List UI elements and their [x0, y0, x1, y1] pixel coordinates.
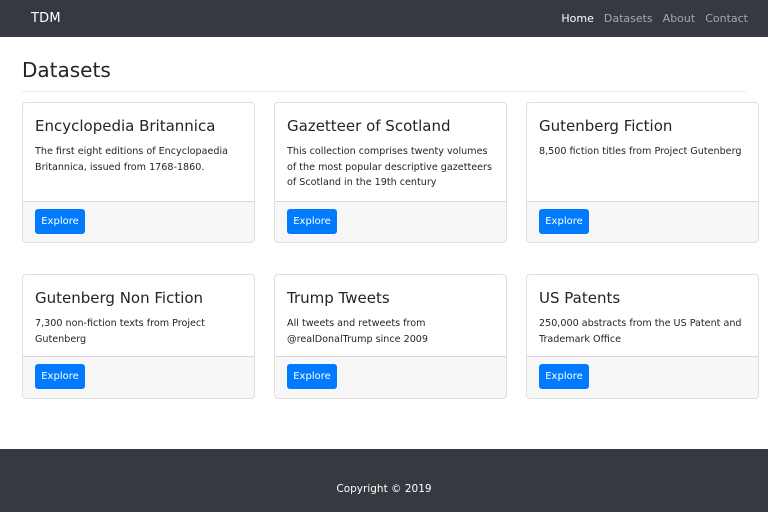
card-title: Gazetteer of Scotland	[287, 117, 451, 135]
page-title: Datasets	[22, 58, 111, 82]
dataset-card-encyclopedia-britannica: Encyclopedia Britannica The first eight …	[22, 102, 255, 243]
card-description: All tweets and retweets from @realDonalT…	[287, 318, 429, 345]
card-title: Trump Tweets	[287, 289, 390, 307]
nav-links: Home Datasets About Contact	[561, 12, 748, 25]
title-divider	[22, 91, 746, 92]
card-description: 7,300 non-fiction texts from Project Gut…	[35, 318, 205, 345]
card-title: US Patents	[539, 289, 621, 307]
card-footer: Explore	[527, 201, 758, 242]
dataset-card-gazetteer-of-scotland: Gazetteer of Scotland This collection co…	[274, 102, 507, 243]
card-title: Encyclopedia Britannica	[35, 117, 216, 135]
explore-button[interactable]: Explore	[539, 364, 589, 389]
dataset-card-us-patents: US Patents 250,000 abstracts from the US…	[526, 274, 759, 399]
card-footer: Explore	[23, 201, 254, 242]
page-footer: Copyright © 2019	[0, 449, 768, 512]
explore-button[interactable]: Explore	[35, 364, 85, 389]
card-description: This collection comprises twenty volumes…	[287, 146, 492, 188]
card-description: 8,500 fiction titles from Project Gutenb…	[539, 146, 742, 157]
card-title: Gutenberg Fiction	[539, 117, 673, 135]
explore-button[interactable]: Explore	[539, 209, 589, 234]
brand-logo[interactable]: TDM	[31, 11, 61, 26]
card-footer: Explore	[23, 356, 254, 398]
card-footer: Explore	[527, 356, 758, 398]
copyright-text: Copyright © 2019	[336, 482, 432, 495]
card-footer: Explore	[275, 356, 506, 398]
explore-button[interactable]: Explore	[287, 364, 337, 389]
nav-link-about[interactable]: About	[663, 12, 696, 25]
nav-link-datasets[interactable]: Datasets	[604, 12, 653, 25]
card-description: 250,000 abstracts from the US Patent and…	[539, 318, 742, 345]
nav-link-home[interactable]: Home	[561, 12, 593, 25]
nav-link-contact[interactable]: Contact	[705, 12, 748, 25]
dataset-card-gutenberg-non-fiction: Gutenberg Non Fiction 7,300 non-fiction …	[22, 274, 255, 399]
card-description: The first eight editions of Encyclopaedi…	[35, 146, 229, 173]
top-navbar: TDM Home Datasets About Contact	[0, 0, 768, 37]
card-footer: Explore	[275, 201, 506, 242]
explore-button[interactable]: Explore	[287, 209, 337, 234]
dataset-card-trump-tweets: Trump Tweets All tweets and retweets fro…	[274, 274, 507, 399]
dataset-card-gutenberg-fiction: Gutenberg Fiction 8,500 fiction titles f…	[526, 102, 759, 243]
explore-button[interactable]: Explore	[35, 209, 85, 234]
card-title: Gutenberg Non Fiction	[35, 289, 204, 307]
